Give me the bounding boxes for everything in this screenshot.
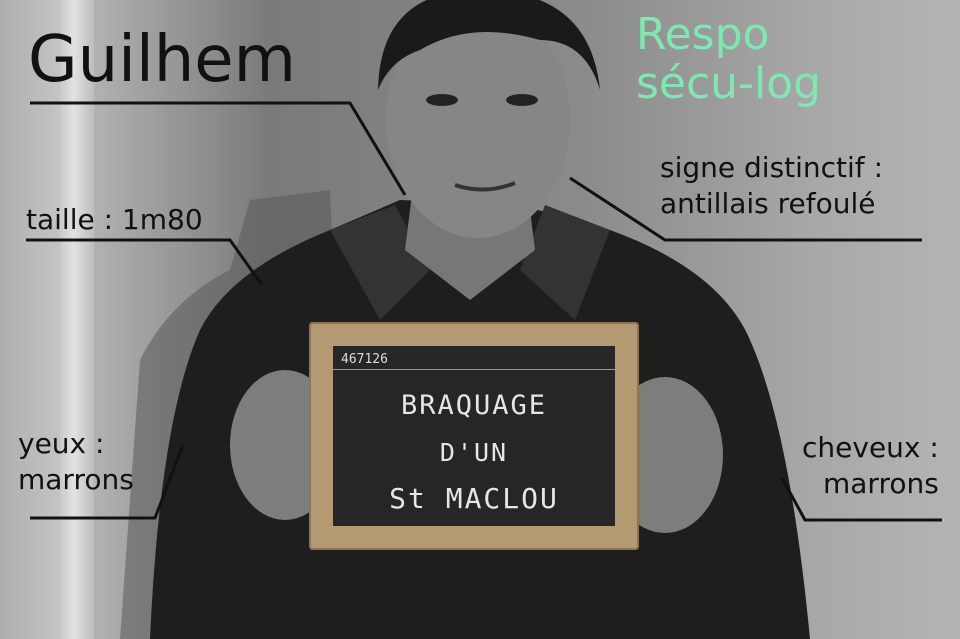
chalk-slate: 467126 BRAQUAGE D'UN St MACLOU [309, 322, 639, 550]
slate-board: 467126 BRAQUAGE D'UN St MACLOU [333, 346, 615, 526]
role-line-1: Respo [636, 9, 770, 60]
name-label: Guilhem [28, 23, 296, 97]
eyes-label: yeux : marrons [18, 426, 134, 499]
slate-rule [333, 369, 615, 370]
name-leader-line [30, 101, 407, 196]
right-eye [506, 94, 538, 106]
height-label: taille : 1m80 [26, 203, 203, 236]
slate-line-2: D'UN [439, 438, 509, 467]
hair-line-1: cheveux : [802, 431, 939, 464]
role-label: Respo sécu-log [636, 10, 821, 109]
role-line-2: sécu-log [636, 58, 822, 110]
slate-line-1: BRAQUAGE [400, 390, 548, 421]
eyes-line-2: marrons [18, 463, 134, 497]
eyes-line-1: yeux : [18, 427, 105, 460]
distinctive-sign-label: signe distinctif : antillais refoulé [660, 150, 883, 222]
left-eye [426, 94, 458, 106]
hair-line-2: marrons [823, 467, 939, 501]
distinctive-line-1: signe distinctif : [660, 151, 884, 184]
slate-line-3: St MACLOU [389, 482, 559, 515]
distinctive-line-2: antillais refoulé [660, 186, 876, 220]
slate-number: 467126 [341, 352, 388, 367]
hair-label: cheveux : marrons [802, 430, 939, 503]
mugshot-photo: Guilhem Respo sécu-log signe distinctif … [0, 0, 960, 639]
